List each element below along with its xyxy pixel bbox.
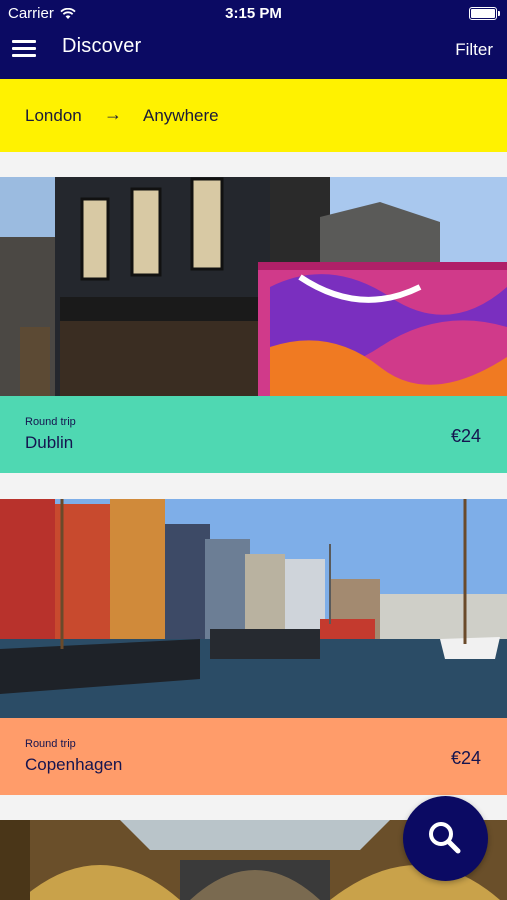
top-bar: Carrier 3:15 PM Discover Filter — [0, 0, 507, 79]
destination-price: €24 — [450, 748, 481, 768]
page-title: Discover — [62, 35, 142, 57]
destination-info[interactable]: Round trip Copenhagen €24 — [0, 718, 507, 795]
destination-city: Copenhagen — [25, 755, 123, 774]
destination-city: Dublin — [25, 433, 74, 452]
status-time: 3:15 PM — [225, 5, 282, 22]
destination-price: €24 — [450, 426, 481, 446]
hamburger-line — [12, 47, 36, 50]
trip-type-label: Round trip — [25, 738, 76, 750]
route-arrow-icon: → — [104, 104, 122, 124]
hamburger-icon[interactable] — [12, 40, 38, 58]
battery-icon — [469, 7, 500, 20]
status-bar: Carrier 3:15 PM — [0, 0, 507, 28]
hamburger-line — [12, 40, 36, 43]
destination-photo[interactable] — [0, 177, 507, 396]
search-button[interactable] — [403, 796, 488, 881]
route-destination[interactable]: Anywhere — [143, 106, 219, 126]
search-icon — [429, 822, 461, 854]
trip-type-label: Round trip — [25, 416, 76, 428]
nav-bar: Discover Filter — [0, 28, 507, 79]
filter-button[interactable]: Filter — [455, 40, 493, 60]
hamburger-line — [12, 54, 36, 57]
destination-info[interactable]: Round trip Dublin €24 — [0, 396, 507, 473]
destination-photo[interactable] — [0, 499, 507, 718]
route-origin[interactable]: London — [25, 106, 82, 126]
route-bar[interactable]: London → Anywhere — [0, 79, 507, 152]
